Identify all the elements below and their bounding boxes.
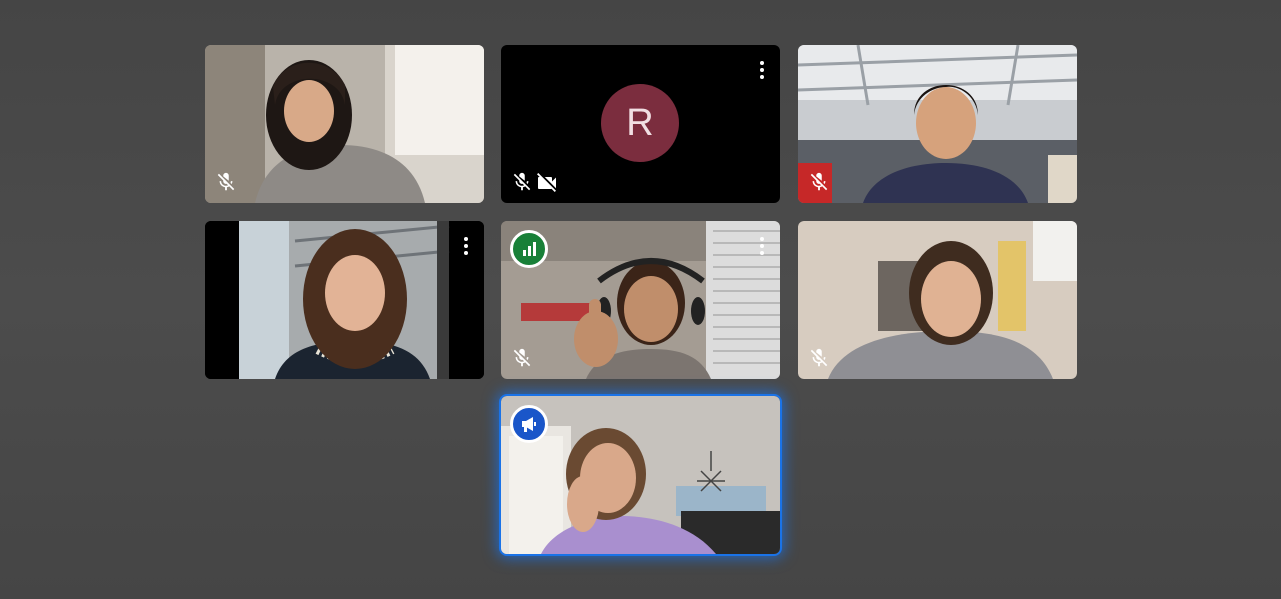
participant-tile-3[interactable]: [798, 45, 1077, 203]
audio-level-icon: [510, 230, 548, 268]
participant-tile-5[interactable]: [501, 221, 780, 379]
more-vert-icon[interactable]: [754, 59, 770, 81]
more-vert-icon[interactable]: [458, 235, 474, 257]
mic-off-icon: [808, 171, 830, 193]
more-vert-icon[interactable]: [754, 235, 770, 257]
participant-tile-6[interactable]: [798, 221, 1077, 379]
participant-tile-2[interactable]: R: [501, 45, 780, 203]
avatar: R: [601, 84, 679, 162]
video-feed: [798, 221, 1077, 379]
video-feed: [205, 221, 484, 379]
mic-off-icon: [511, 171, 533, 193]
video-feed: [798, 45, 1077, 203]
participant-tile-1[interactable]: [205, 45, 484, 203]
camera-off-icon: [535, 171, 559, 193]
mic-off-icon: [511, 347, 533, 369]
mic-off-icon: [808, 347, 830, 369]
mic-off-icon: [215, 171, 237, 193]
megaphone-icon: [510, 405, 548, 443]
video-feed: [205, 45, 484, 203]
participant-tile-4[interactable]: [205, 221, 484, 379]
participant-tile-7[interactable]: [501, 396, 780, 554]
meeting-grid: R: [0, 0, 1281, 599]
